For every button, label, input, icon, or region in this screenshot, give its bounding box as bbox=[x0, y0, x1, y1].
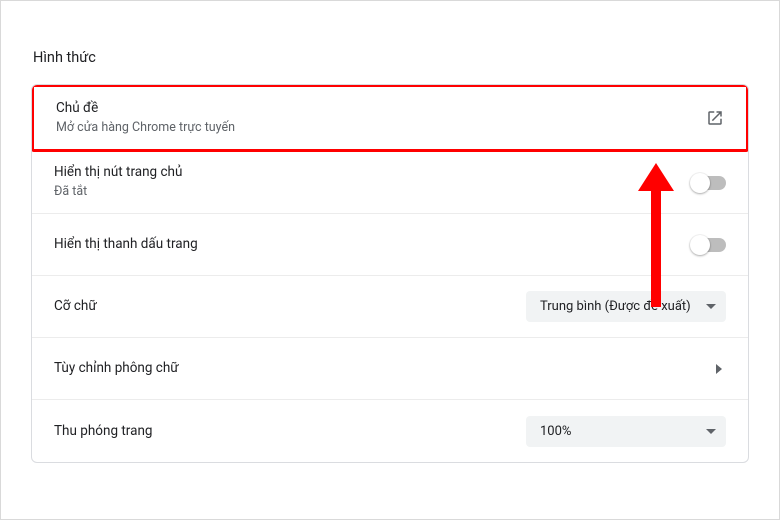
page-zoom-text: Thu phóng trang bbox=[54, 422, 526, 441]
theme-row[interactable]: Chủ đề Mở cửa hàng Chrome trực tuyến bbox=[31, 84, 749, 152]
page-zoom-label: Thu phóng trang bbox=[54, 422, 526, 441]
customize-fonts-label: Tùy chỉnh phông chữ bbox=[54, 359, 716, 378]
bookmarks-bar-toggle[interactable] bbox=[692, 238, 726, 252]
settings-card: Chủ đề Mở cửa hàng Chrome trực tuyến Hiể… bbox=[31, 84, 749, 463]
section-title: Hình thức bbox=[33, 49, 749, 66]
font-size-row: Cỡ chữ Trung bình (Được đề xuất) bbox=[32, 276, 748, 338]
customize-fonts-row[interactable]: Tùy chỉnh phông chữ bbox=[32, 338, 748, 400]
theme-sublabel: Mở cửa hàng Chrome trực tuyến bbox=[56, 119, 706, 138]
chevron-right-icon bbox=[716, 364, 722, 374]
theme-text: Chủ đề Mở cửa hàng Chrome trực tuyến bbox=[56, 99, 706, 138]
page-zoom-value: 100% bbox=[540, 424, 571, 439]
home-button-control bbox=[692, 176, 726, 190]
font-size-value: Trung bình (Được đề xuất) bbox=[540, 299, 691, 314]
home-button-row: Hiển thị nút trang chủ Đã tắt bbox=[32, 152, 748, 214]
theme-action[interactable] bbox=[706, 109, 724, 127]
bookmarks-bar-text: Hiển thị thanh dấu trang bbox=[54, 235, 692, 254]
chevron-down-icon bbox=[706, 304, 716, 309]
theme-label: Chủ đề bbox=[56, 99, 706, 118]
home-button-sublabel: Đã tắt bbox=[54, 183, 692, 202]
font-size-label: Cỡ chữ bbox=[54, 297, 526, 316]
customize-fonts-text: Tùy chỉnh phông chữ bbox=[54, 359, 716, 378]
home-button-label: Hiển thị nút trang chủ bbox=[54, 163, 692, 182]
page-zoom-row: Thu phóng trang 100% bbox=[32, 400, 748, 462]
chevron-down-icon bbox=[706, 429, 716, 434]
font-size-text: Cỡ chữ bbox=[54, 297, 526, 316]
font-size-control: Trung bình (Được đề xuất) bbox=[526, 291, 726, 322]
bookmarks-bar-label: Hiển thị thanh dấu trang bbox=[54, 235, 692, 254]
bookmarks-bar-control bbox=[692, 238, 726, 252]
home-button-text: Hiển thị nút trang chủ Đã tắt bbox=[54, 163, 692, 202]
home-button-toggle[interactable] bbox=[692, 176, 726, 190]
page-zoom-control: 100% bbox=[526, 416, 726, 447]
bookmarks-bar-row: Hiển thị thanh dấu trang bbox=[32, 214, 748, 276]
settings-appearance-panel: Hình thức Chủ đề Mở cửa hàng Chrome trực… bbox=[0, 0, 780, 520]
customize-fonts-control bbox=[716, 364, 726, 374]
font-size-dropdown[interactable]: Trung bình (Được đề xuất) bbox=[526, 291, 726, 322]
open-in-new-icon bbox=[706, 109, 724, 127]
page-zoom-dropdown[interactable]: 100% bbox=[526, 416, 726, 447]
